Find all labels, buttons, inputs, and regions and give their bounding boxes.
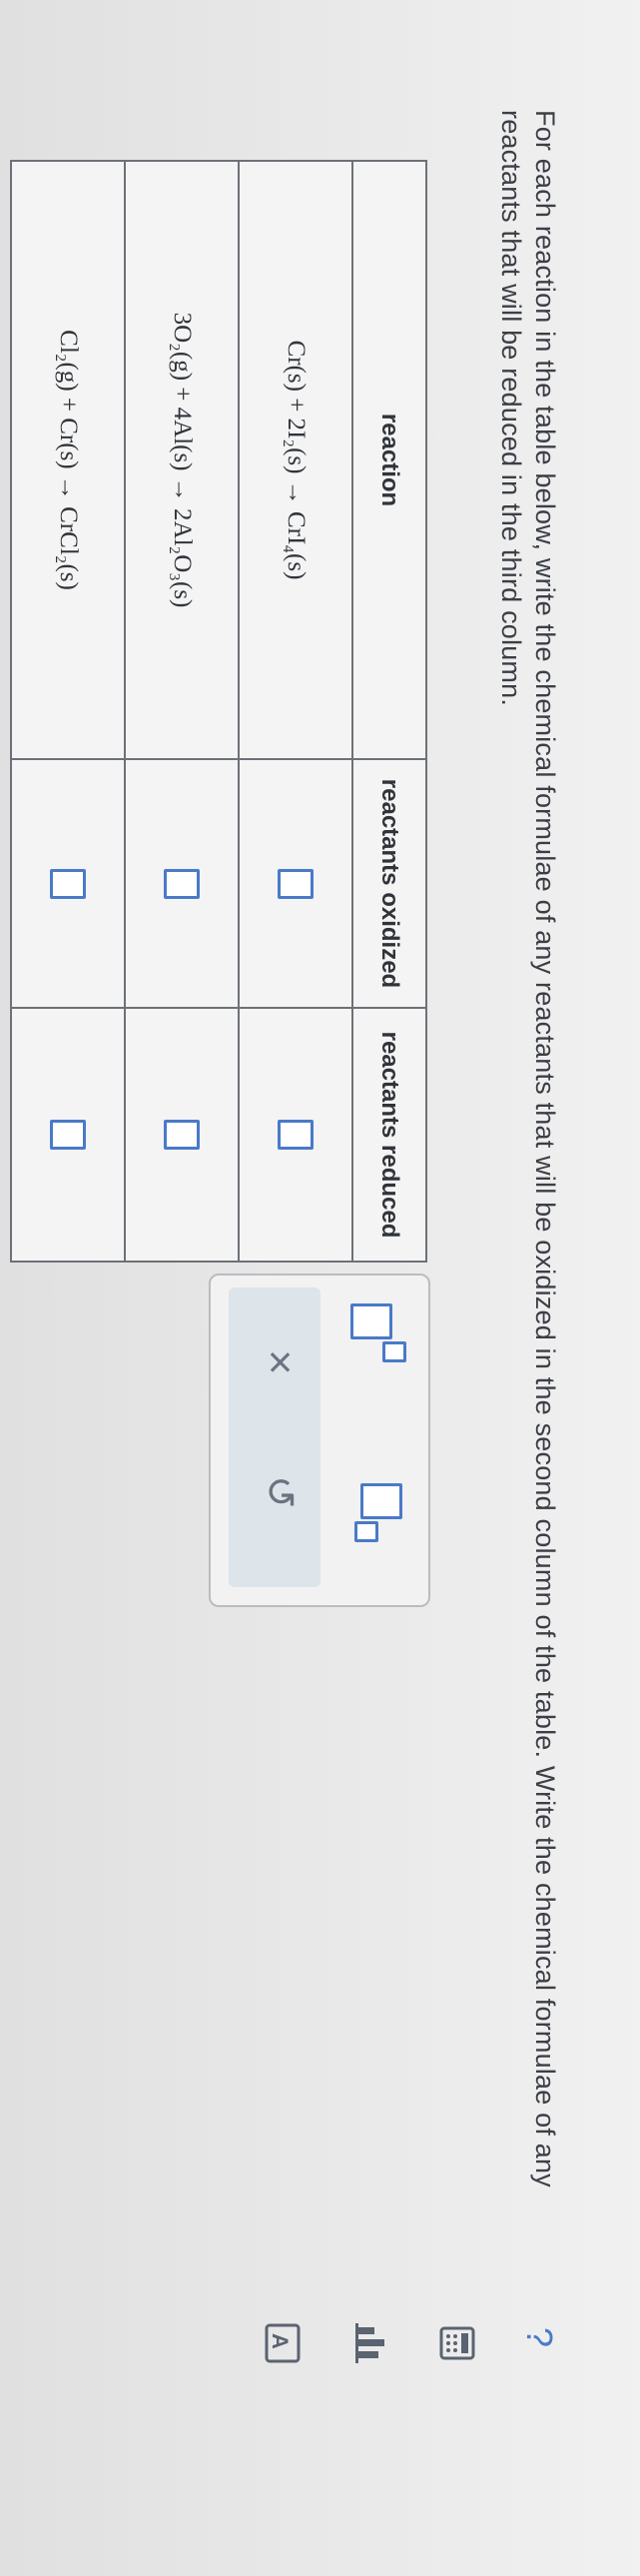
text-size-icon[interactable]: A	[256, 2323, 301, 2363]
clear-button[interactable]: ×	[255, 1349, 305, 1375]
instructions-text: For each reaction in the table below, wr…	[496, 110, 560, 2187]
reaction-table: reaction reactants oxidized reactants re…	[10, 160, 427, 1263]
table-row: Cl₂(g) + Cr(s) → CrCl₂(s)	[11, 161, 125, 1262]
reduced-cell	[125, 1008, 239, 1262]
oxidized-answer-input[interactable]	[164, 868, 200, 899]
reduced-cell	[11, 1008, 125, 1262]
header-reduced: reactants reduced	[352, 1008, 426, 1262]
page-rotated: For each reaction in the table below, wr…	[0, 0, 640, 2576]
screen: For each reaction in the table below, wr…	[0, 0, 640, 2576]
calculator-icon[interactable]	[430, 2325, 475, 2361]
oxidized-cell	[11, 759, 125, 1008]
superscript-button[interactable]	[346, 1303, 406, 1363]
oxidized-cell	[239, 759, 352, 1008]
header-oxidized: reactants oxidized	[352, 759, 426, 1008]
table-row: Cr(s) + 2I₂(s) → CrI₄(s)	[239, 161, 352, 1262]
undo-button[interactable]: ↺	[257, 1475, 303, 1509]
reaction-cell: Cl₂(g) + Cr(s) → CrCl₂(s)	[11, 161, 125, 759]
table-row: 3O₂(g) + 4Al(s) → 2Al₂O₃(s)	[125, 161, 239, 1262]
answer-tool-palette: × ↺	[209, 1274, 430, 1607]
reduced-answer-input[interactable]	[164, 1120, 200, 1150]
oxidized-cell	[125, 759, 239, 1008]
reduced-cell	[239, 1008, 352, 1262]
reaction-cell: 3O₂(g) + 4Al(s) → 2Al₂O₃(s)	[125, 161, 239, 759]
svg-text:A: A	[268, 2333, 293, 2349]
oxidized-answer-input[interactable]	[278, 868, 314, 899]
chart-icon[interactable]	[345, 2323, 390, 2363]
tool-action-bar: × ↺	[229, 1288, 320, 1587]
header-reaction: reaction	[352, 161, 426, 759]
reduced-answer-input[interactable]	[50, 1120, 86, 1150]
oxidized-answer-input[interactable]	[50, 868, 86, 899]
reaction-cell: Cr(s) + 2I₂(s) → CrI₄(s)	[239, 161, 352, 759]
reduced-answer-input[interactable]	[278, 1120, 314, 1150]
subscript-button[interactable]	[346, 1483, 406, 1543]
help-icon[interactable]: ?	[518, 2327, 560, 2347]
